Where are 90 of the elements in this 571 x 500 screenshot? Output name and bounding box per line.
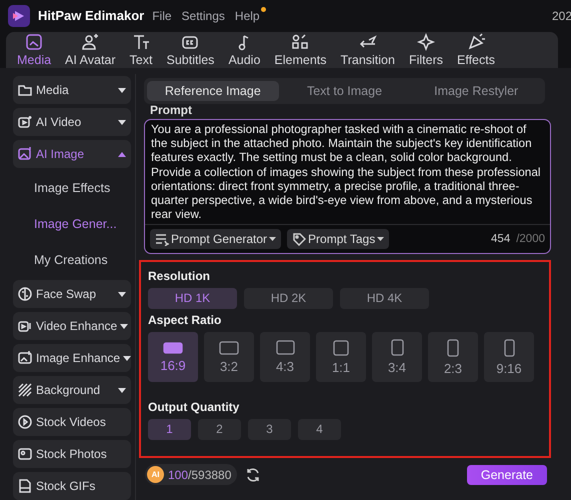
credits-used: 100 [168,468,188,482]
caret-icon [123,356,132,360]
tool-icon [24,32,44,52]
caret-icon [118,88,126,92]
mode-tab[interactable]: Reference Image [147,81,279,101]
menu-item[interactable]: Settings [182,8,227,23]
resolution-option[interactable]: HD 2K [244,288,333,309]
ratio-shape-icon [163,342,183,354]
quantity-option[interactable]: 4 [298,419,341,440]
sidebar-icon [17,382,33,398]
toolbar-tab[interactable]: Elements [267,32,334,68]
character-count: 454 [491,233,510,245]
toolbar-tab[interactable]: Text [122,32,160,68]
sidebar-item[interactable]: Stock GIFs [13,472,131,500]
toolbar-tab[interactable]: Audio [221,32,268,68]
character-limit: /2000 [516,233,545,245]
app-name: HitPaw Edimakor [38,8,144,24]
sidebar-item[interactable]: Face Swap [13,280,131,308]
caret-icon [118,388,126,392]
generate-button[interactable]: Generate [466,464,547,484]
caret-icon [118,292,126,296]
tool-icon [416,32,436,52]
aspect-option[interactable]: 4:3 [260,332,310,382]
menu-item[interactable]: Help [234,8,262,23]
prompt-generator-dropdown[interactable]: Prompt Generator [150,229,282,249]
tool-icon [80,32,100,52]
prompt-text: You are a professional photographer tasked with a cinematic re-shoot of the subject in the attached photo. Maintain the subject's key identification features exactly. The setting must be a clean, solid color background. Provide a collection of images showing the subject from these professional orientations: direct front symmetry, a precise profile, a traditional three-quarter perspective, a wide bird's-eye view from above, and a mysterious rear view. [150,121,542,224]
toolbar-tab[interactable]: Filters [402,32,450,68]
quantity-option[interactable]: 3 [248,419,291,440]
sidebar-item[interactable]: Stock Videos [13,408,131,436]
sidebar-item[interactable]: Stock Photos [13,440,131,468]
caret-icon [118,120,126,124]
sidebar-icon [17,478,33,494]
sidebar-item[interactable]: AI Video [13,108,131,136]
sidebar-icon [17,286,33,302]
sidebar-subitem[interactable]: Image Effects [13,172,131,204]
sidebar-icon [17,114,33,130]
caret-icon [377,237,384,241]
section-heading: Aspect Ratio [148,313,222,327]
prompt-tags-dropdown[interactable]: Prompt Tags [287,229,390,249]
credits-total: /593880 [188,468,232,482]
aspect-option[interactable]: 2:3 [428,332,478,382]
tag-icon [292,232,306,246]
toolbar-tab[interactable]: Effects [450,32,502,68]
caret-icon [120,324,128,328]
ratio-shape-icon [276,340,294,355]
mode-tab[interactable]: Text to Image [278,81,410,101]
tool-icon [466,32,486,52]
mode-tab[interactable]: Image Restyler [410,81,542,101]
menu-item[interactable]: File [152,8,174,23]
ratio-shape-icon [219,340,239,354]
sidebar-icon [17,446,33,462]
aspect-option[interactable]: 3:4 [372,332,422,382]
toolbar-tab[interactable]: Media [10,32,58,68]
quantity-option[interactable]: 1 [148,419,191,440]
sidebar-item[interactable]: Video Enhance [13,312,131,340]
sidebar-icon [17,146,33,162]
app-logo [8,4,30,27]
aspect-option[interactable]: 3:2 [204,332,254,382]
ratio-shape-icon [504,338,514,356]
section-heading: Resolution [148,269,211,283]
list-icon [155,232,169,246]
sidebar-icon [17,350,33,366]
aspect-option[interactable]: 1:1 [316,332,366,382]
resolution-option[interactable]: HD 4K [340,288,429,309]
field-label: Prompt [150,104,192,117]
sidebar-item[interactable]: AI Image [13,140,131,168]
clock-text: 202 [552,8,571,23]
coin-icon: AI [147,466,164,483]
aspect-option[interactable]: 9:16 [484,332,534,382]
toolbar-tab[interactable]: AI Avatar [58,32,123,68]
toolbar-tab[interactable]: Transition [334,32,402,68]
quantity-option[interactable]: 2 [198,419,241,440]
aspect-option[interactable]: 16:9 [148,332,198,382]
section-heading: Output Quantity [148,400,240,414]
ratio-shape-icon [333,340,349,356]
ratio-shape-icon [447,338,459,356]
sidebar-item[interactable]: Media [13,76,131,104]
sidebar-item[interactable]: Background [13,376,131,404]
sidebar-subitem[interactable]: My Creations [13,244,131,276]
ratio-shape-icon [390,339,404,356]
sidebar-icon [17,414,33,430]
sidebar-subitem[interactable]: Image Gener... [13,208,131,240]
caret-icon [269,237,276,241]
resolution-option[interactable]: HD 1K [148,288,237,309]
caret-icon [118,152,126,156]
toolbar-tab[interactable]: Subtitles [159,32,222,68]
sidebar-item[interactable]: Image Enhance [13,344,131,372]
refresh-icon[interactable] [245,466,262,482]
prompt-field[interactable] [144,119,551,254]
